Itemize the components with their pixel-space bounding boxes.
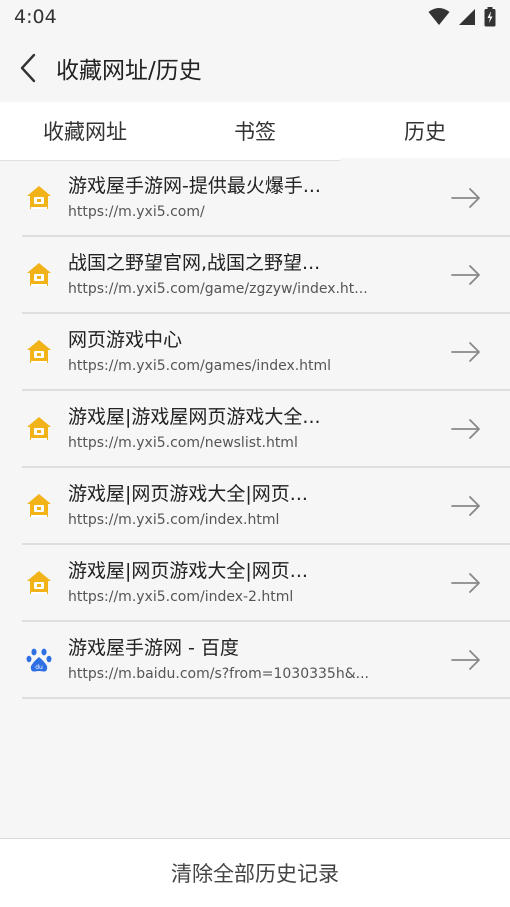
history-url: https://m.yxi5.com/games/index.html <box>68 357 332 374</box>
battery-icon <box>484 7 496 27</box>
yxi5-house-icon <box>22 181 56 215</box>
history-item[interactable]: 游戏屋|网页游戏大全|网页... https://m.yxi5.com/inde… <box>22 545 510 622</box>
history-item[interactable]: 网页游戏中心 https://m.yxi5.com/games/index.ht… <box>22 314 510 391</box>
history-url: https://m.yxi5.com/newslist.html <box>68 434 298 451</box>
history-title: 战国之野望官网,战国之野望... <box>68 251 321 274</box>
arrow-right-icon[interactable] <box>450 413 482 445</box>
history-title: 游戏屋手游网-提供最火爆手... <box>68 174 321 197</box>
arrow-right-icon[interactable] <box>450 490 482 522</box>
history-url: https://m.yxi5.com/index.html <box>68 511 280 528</box>
baidu-paw-icon: du <box>22 643 56 677</box>
history-text: 游戏屋|网页游戏大全|网页... https://m.yxi5.com/inde… <box>68 482 408 530</box>
back-button[interactable] <box>0 34 56 102</box>
tab-label: 历史 <box>404 120 446 144</box>
history-item[interactable]: 游戏屋手游网-提供最火爆手... https://m.yxi5.com/ <box>22 160 510 237</box>
status-bar: 4:04 <box>0 0 510 34</box>
arrow-right-icon[interactable] <box>450 182 482 214</box>
history-text: 游戏屋手游网-提供最火爆手... https://m.yxi5.com/ <box>68 174 408 222</box>
yxi5-house-icon <box>22 566 56 600</box>
history-title: 游戏屋|网页游戏大全|网页... <box>68 559 308 582</box>
history-text: 游戏屋手游网 - 百度 https://m.baidu.com/s?from=1… <box>68 636 408 684</box>
tab-favorites[interactable]: 收藏网址 <box>0 102 170 160</box>
history-text: 战国之野望官网,战国之野望... https://m.yxi5.com/game… <box>68 251 408 299</box>
tab-bookmarks[interactable]: 书签 <box>170 102 340 160</box>
history-title: 游戏屋手游网 - 百度 <box>68 636 239 659</box>
tab-label: 书签 <box>234 120 276 144</box>
svg-text:du: du <box>35 664 43 671</box>
tab-bar: 收藏网址 书签 历史 <box>0 102 510 161</box>
history-text: 网页游戏中心 https://m.yxi5.com/games/index.ht… <box>68 328 408 376</box>
history-title: 游戏屋|游戏屋网页游戏大全... <box>68 405 321 428</box>
arrow-right-icon[interactable] <box>450 644 482 676</box>
history-url: https://m.yxi5.com/game/zgzyw/index.ht..… <box>68 280 368 297</box>
history-item[interactable]: 游戏屋|游戏屋网页游戏大全... https://m.yxi5.com/news… <box>22 391 510 468</box>
history-item[interactable]: 游戏屋|网页游戏大全|网页... https://m.yxi5.com/inde… <box>22 468 510 545</box>
clear-history-button[interactable]: 清除全部历史记录 <box>165 857 345 889</box>
app-bar: 收藏网址/历史 <box>0 34 510 102</box>
history-title: 网页游戏中心 <box>68 328 183 351</box>
history-url: https://m.baidu.com/s?from=1030335h&... <box>68 665 369 682</box>
tab-history[interactable]: 历史 <box>340 102 510 161</box>
history-title: 游戏屋|网页游戏大全|网页... <box>68 482 308 505</box>
arrow-right-icon[interactable] <box>450 336 482 368</box>
yxi5-house-icon <box>22 258 56 292</box>
history-url: https://m.yxi5.com/ <box>68 203 205 220</box>
status-time: 4:04 <box>14 6 57 28</box>
history-item[interactable]: du 游戏屋手游网 - 百度 https://m.baidu.com/s?fro… <box>22 622 510 699</box>
wifi-icon <box>428 8 450 25</box>
arrow-right-icon[interactable] <box>450 259 482 291</box>
signal-icon <box>459 9 475 25</box>
yxi5-house-icon <box>22 335 56 369</box>
yxi5-house-icon <box>22 412 56 446</box>
footer-bar: 清除全部历史记录 <box>0 838 510 907</box>
yxi5-house-icon <box>22 489 56 523</box>
status-icons <box>428 7 496 27</box>
history-item[interactable]: 战国之野望官网,战国之野望... https://m.yxi5.com/game… <box>22 237 510 314</box>
arrow-right-icon[interactable] <box>450 567 482 599</box>
back-arrow-icon <box>20 53 36 83</box>
page-title: 收藏网址/历史 <box>56 58 202 84</box>
tab-label: 收藏网址 <box>43 120 127 144</box>
history-list: 游戏屋手游网-提供最火爆手... https://m.yxi5.com/ 战国之… <box>22 160 510 699</box>
history-text: 游戏屋|网页游戏大全|网页... https://m.yxi5.com/inde… <box>68 559 408 607</box>
history-text: 游戏屋|游戏屋网页游戏大全... https://m.yxi5.com/news… <box>68 405 408 453</box>
history-url: https://m.yxi5.com/index-2.html <box>68 588 294 605</box>
